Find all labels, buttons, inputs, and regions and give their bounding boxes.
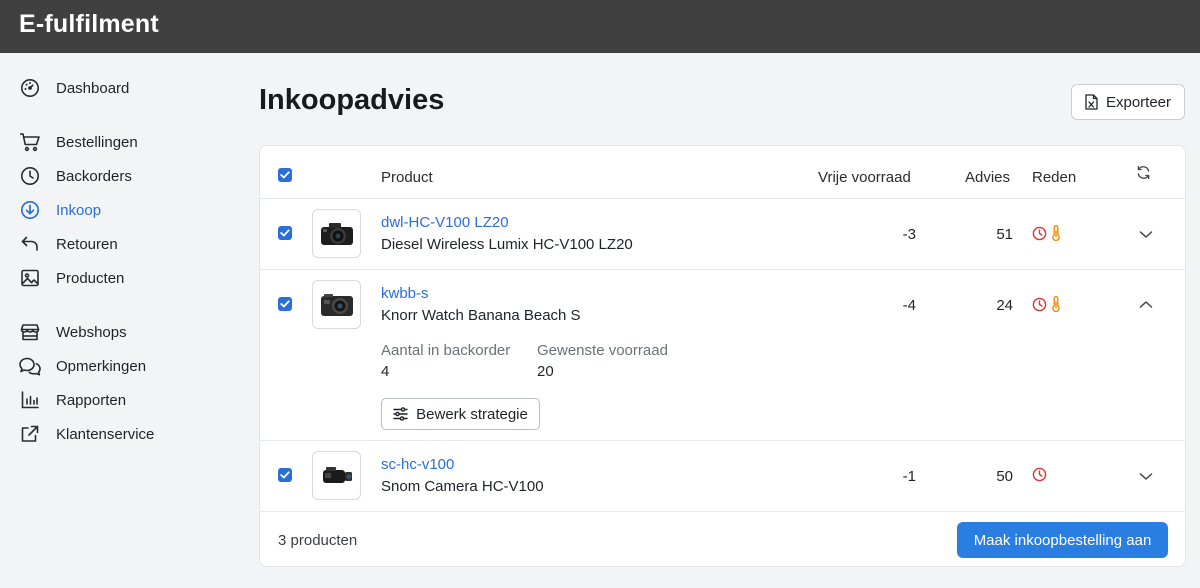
reason-icons (1032, 296, 1061, 317)
product-name: Snom Camera HC-V100 (381, 478, 544, 495)
thermometer-icon (1051, 296, 1061, 317)
column-header-product: Product (381, 169, 433, 186)
column-header-advice: Advies (965, 169, 1011, 186)
product-name: Knorr Watch Banana Beach S (381, 307, 581, 324)
app-title: E-fulfilment (19, 10, 159, 38)
row-checkbox[interactable] (278, 297, 292, 311)
dashboard-gauge-icon (18, 76, 42, 100)
clock-icon (1032, 467, 1047, 487)
watch-image-icon (320, 293, 353, 316)
camcorder-image-icon (322, 466, 352, 483)
backorder-count-value: 4 (381, 363, 390, 380)
create-purchase-order-button[interactable]: Maak inkoopbestelling aan (957, 522, 1168, 558)
desired-stock-label: Gewenste voorraad (537, 342, 668, 359)
product-thumbnail (312, 209, 361, 258)
purchase-advice-table: Product Vrije voorraad Advies Reden dwl-… (259, 145, 1186, 567)
image-icon (18, 266, 42, 290)
sidebar-item-rapporten[interactable]: Rapporten (18, 386, 218, 414)
product-name: Diesel Wireless Lumix HC-V100 LZ20 (381, 236, 633, 253)
sidebar-item-label: Inkoop (56, 201, 102, 219)
clock-icon (1032, 226, 1047, 246)
refresh-icon[interactable] (1133, 162, 1153, 182)
chevron-down-icon[interactable] (1136, 466, 1156, 486)
excel-file-icon (1085, 94, 1098, 110)
sidebar-item-label: Backorders (56, 167, 132, 185)
sidebar-item-label: Retouren (56, 235, 118, 253)
store-icon (18, 320, 42, 344)
advice-value: 51 (996, 226, 1013, 243)
sidebar-item-bestellingen[interactable]: Bestellingen (18, 128, 218, 156)
column-header-free-stock: Vrije voorraad (818, 169, 911, 186)
select-all-checkbox[interactable] (278, 168, 292, 182)
sidebar-item-label: Rapporten (56, 391, 127, 409)
row-divider (260, 511, 1185, 512)
product-thumbnail (312, 280, 361, 329)
sidebar-item-inkoop[interactable]: Inkoop (18, 196, 218, 224)
sidebar-item-label: Webshops (56, 323, 127, 341)
backorder-count-label: Aantal in backorder (381, 342, 511, 359)
sidebar-item-klantenservice[interactable]: Klantenservice (18, 420, 218, 448)
clock-icon (18, 164, 42, 188)
row-checkbox[interactable] (278, 226, 292, 240)
desired-stock-value: 20 (537, 363, 554, 380)
sidebar-item-retouren[interactable]: Retouren (18, 230, 218, 258)
edit-strategy-label: Bewerk strategie (416, 405, 528, 423)
row-divider (260, 440, 1185, 441)
sidebar-item-dashboard[interactable]: Dashboard (18, 74, 218, 102)
row-checkbox[interactable] (278, 468, 292, 482)
row-divider (260, 198, 1185, 199)
edit-strategy-button[interactable]: Bewerk strategie (381, 398, 540, 430)
advice-value: 50 (996, 468, 1013, 485)
chevron-up-icon[interactable] (1136, 294, 1156, 314)
cart-icon (18, 130, 42, 154)
sidebar-item-backorders[interactable]: Backorders (18, 162, 218, 190)
thermometer-icon (1051, 225, 1061, 246)
return-arrow-icon (18, 232, 42, 256)
free-stock-value: -3 (902, 226, 916, 243)
product-thumbnail (312, 451, 361, 500)
reason-icons (1032, 467, 1047, 487)
free-stock-value: -4 (902, 297, 916, 314)
sidebar-item-label: Klantenservice (56, 425, 155, 443)
top-bar: E-fulfilment (0, 0, 1200, 53)
reason-icons (1032, 225, 1061, 246)
product-count: 3 producten (278, 532, 358, 549)
sliders-icon (393, 407, 408, 421)
column-header-reason: Reden (1032, 169, 1077, 186)
sidebar-item-label: Dashboard (56, 79, 130, 97)
free-stock-value: -1 (902, 468, 916, 485)
camera-image-icon (320, 222, 353, 245)
sidebar-item-opmerkingen[interactable]: Opmerkingen (18, 352, 218, 380)
sidebar-item-label: Bestellingen (56, 133, 138, 151)
chevron-down-icon[interactable] (1136, 224, 1156, 244)
page-title: Inkoopadvies (259, 84, 445, 116)
sidebar: Dashboard Bestellingen Backorders Inkoop… (0, 53, 230, 588)
export-button[interactable]: Exporteer (1071, 84, 1185, 120)
product-sku-link[interactable]: dwl-HC-V100 LZ20 (381, 214, 509, 231)
sidebar-item-label: Opmerkingen (56, 357, 147, 375)
bar-chart-icon (18, 388, 42, 412)
external-link-icon (18, 422, 42, 446)
download-circle-icon (18, 198, 42, 222)
chat-bubbles-icon (18, 354, 42, 378)
sidebar-item-label: Producten (56, 269, 125, 287)
product-sku-link[interactable]: sc-hc-v100 (381, 456, 454, 473)
sidebar-item-webshops[interactable]: Webshops (18, 318, 218, 346)
export-button-label: Exporteer (1105, 93, 1172, 111)
sidebar-item-producten[interactable]: Producten (18, 264, 218, 292)
row-divider (260, 269, 1185, 270)
product-sku-link[interactable]: kwbb-s (381, 285, 429, 302)
advice-value: 24 (996, 297, 1013, 314)
clock-icon (1032, 297, 1047, 317)
